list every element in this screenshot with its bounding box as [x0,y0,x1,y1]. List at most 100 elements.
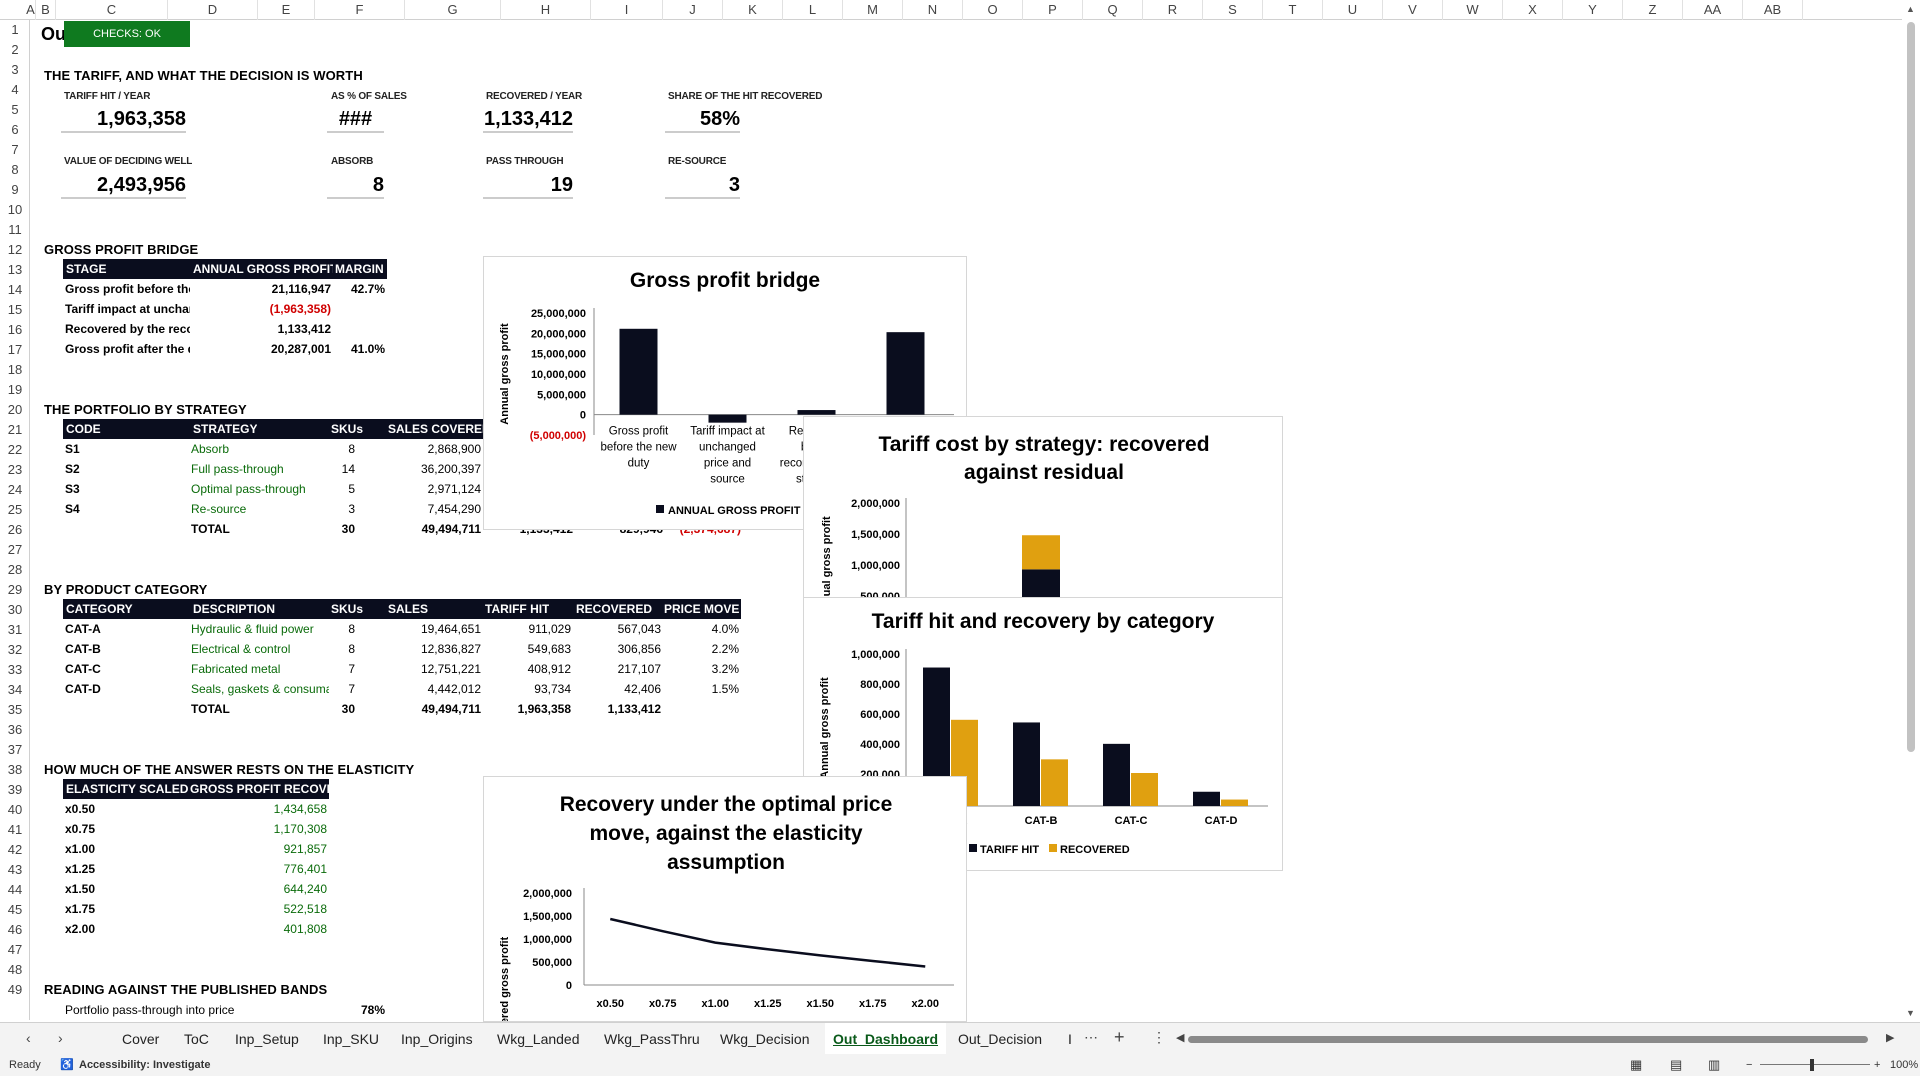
normal-view-icon[interactable]: ▦ [1630,1054,1642,1076]
row-header[interactable]: 16 [0,320,29,340]
row-header[interactable]: 21 [0,420,29,440]
bar[interactable] [1103,743,1130,806]
scroll-down-icon[interactable]: ▼ [1906,1008,1915,1018]
row-header[interactable]: 14 [0,280,29,300]
row-header[interactable]: 39 [0,780,29,800]
row-header[interactable]: 33 [0,660,29,680]
row-header[interactable]: 42 [0,840,29,860]
row-header[interactable]: 13 [0,260,29,280]
category-skus[interactable]: 7 [331,679,355,699]
portfolio-code[interactable]: S1 [65,439,80,459]
bridge-value[interactable]: 1,133,412 [191,319,331,339]
bar[interactable] [1131,772,1158,806]
elasticity-value[interactable]: 644,240 [191,879,327,899]
row-header[interactable]: 44 [0,880,29,900]
category-tariff-hit[interactable]: 408,912 [491,659,571,679]
kpi-value[interactable]: 2,493,956 [61,171,186,199]
tab-scroll-left-icon[interactable]: ‹ [26,1030,31,1046]
sheet-tab[interactable]: Out_Dashboard [825,1023,947,1055]
column-header[interactable]: J [663,0,723,20]
bridge-margin[interactable]: 42.7% [331,279,385,299]
hscroll-right-icon[interactable]: ▶ [1886,1031,1894,1044]
column-header[interactable]: U [1323,0,1383,20]
row-header[interactable]: 25 [0,500,29,520]
bar-segment[interactable] [1022,535,1060,570]
bar[interactable] [708,414,747,423]
row-header[interactable]: 27 [0,540,29,560]
accessibility-icon[interactable]: ♿ [60,1054,74,1076]
bar[interactable] [1013,722,1040,806]
row-header[interactable]: 4 [0,80,29,100]
bar[interactable] [886,332,925,415]
category-code[interactable]: CAT-A [65,619,101,639]
category-tariff-hit[interactable]: 549,683 [491,639,571,659]
zoom-slider-thumb[interactable] [1810,1059,1814,1071]
elasticity-scale[interactable]: x1.25 [65,859,95,879]
zoom-out-icon[interactable]: − [1746,1054,1752,1076]
add-sheet-icon[interactable]: + [1114,1027,1125,1048]
row-header[interactable]: 34 [0,680,29,700]
horizontal-scroll-thumb[interactable] [1188,1036,1868,1043]
portfolio-sales[interactable]: 36,200,397 [391,459,481,479]
row-header[interactable]: 17 [0,340,29,360]
row-header[interactable]: 32 [0,640,29,660]
bridge-value[interactable]: (1,963,358) [191,299,331,319]
column-header[interactable]: AB [1743,0,1803,20]
row-header[interactable]: 49 [0,980,29,1000]
elasticity-scale[interactable]: x2.00 [65,919,95,939]
row-header[interactable]: 24 [0,480,29,500]
sheet-tab[interactable]: Wkg_PassThru [604,1023,700,1055]
category-total-skus[interactable]: 30 [331,699,355,719]
row-header[interactable]: 46 [0,920,29,940]
row-header[interactable]: 40 [0,800,29,820]
portfolio-total-sales[interactable]: 49,494,711 [391,519,481,539]
row-header[interactable]: 8 [0,160,29,180]
sheet-tab[interactable]: ToC [184,1023,209,1055]
portfolio-sales[interactable]: 7,454,290 [391,499,481,519]
scroll-up-icon[interactable]: ▲ [1906,4,1915,14]
kpi-value[interactable]: 1,133,412 [483,105,573,133]
row-header[interactable]: 6 [0,120,29,140]
row-header[interactable]: 48 [0,960,29,980]
portfolio-sales[interactable]: 2,868,900 [391,439,481,459]
category-skus[interactable]: 8 [331,619,355,639]
elasticity-value[interactable]: 776,401 [191,859,327,879]
zoom-slider[interactable] [1760,1064,1870,1065]
row-header[interactable]: 28 [0,560,29,580]
elasticity-scale[interactable]: x0.50 [65,799,95,819]
column-header[interactable]: K [723,0,783,20]
sheet-title[interactable]: Ou [41,21,66,47]
more-tabs-icon[interactable]: ⋯ [1084,1029,1098,1046]
sheet-tab[interactable]: I [1068,1023,1072,1055]
category-total-hit[interactable]: 1,963,358 [491,699,571,719]
row-header[interactable]: 45 [0,900,29,920]
row-header[interactable]: 11 [0,220,29,240]
portfolio-code[interactable]: S2 [65,459,80,479]
category-recovered[interactable]: 567,043 [581,619,661,639]
category-total-recovered[interactable]: 1,133,412 [581,699,661,719]
page-break-icon[interactable]: ▥ [1708,1054,1720,1076]
elasticity-scale[interactable]: x0.75 [65,819,95,839]
column-header[interactable]: V [1383,0,1443,20]
row-header[interactable]: 47 [0,940,29,960]
tab-options-icon[interactable]: ⋮ [1152,1029,1166,1046]
sheet-tab[interactable]: Inp_SKU [323,1023,379,1055]
column-header[interactable]: X [1503,0,1563,20]
elasticity-value[interactable]: 921,857 [191,839,327,859]
chart-recovery-vs-elasticity[interactable]: Recovery under the optimal price move, ag… [483,776,967,1022]
portfolio-strategy[interactable]: Re-source [191,499,321,519]
reading-label[interactable]: Portfolio pass-through into price [65,1000,234,1020]
category-code[interactable]: CAT-C [65,659,101,679]
category-total-sales[interactable]: 49,494,711 [391,699,481,719]
accessibility-status[interactable]: Accessibility: Investigate [79,1054,210,1076]
category-sales[interactable]: 4,442,012 [391,679,481,699]
column-header[interactable]: AA [1683,0,1743,20]
row-header[interactable]: 36 [0,720,29,740]
bar[interactable] [1221,799,1248,806]
category-recovered[interactable]: 217,107 [581,659,661,679]
category-price-move[interactable]: 1.5% [671,679,739,699]
category-tariff-hit[interactable]: 911,029 [491,619,572,639]
category-sales[interactable]: 19,464,651 [391,619,481,639]
row-header[interactable]: 1 [0,20,29,40]
column-header[interactable]: N [903,0,963,20]
